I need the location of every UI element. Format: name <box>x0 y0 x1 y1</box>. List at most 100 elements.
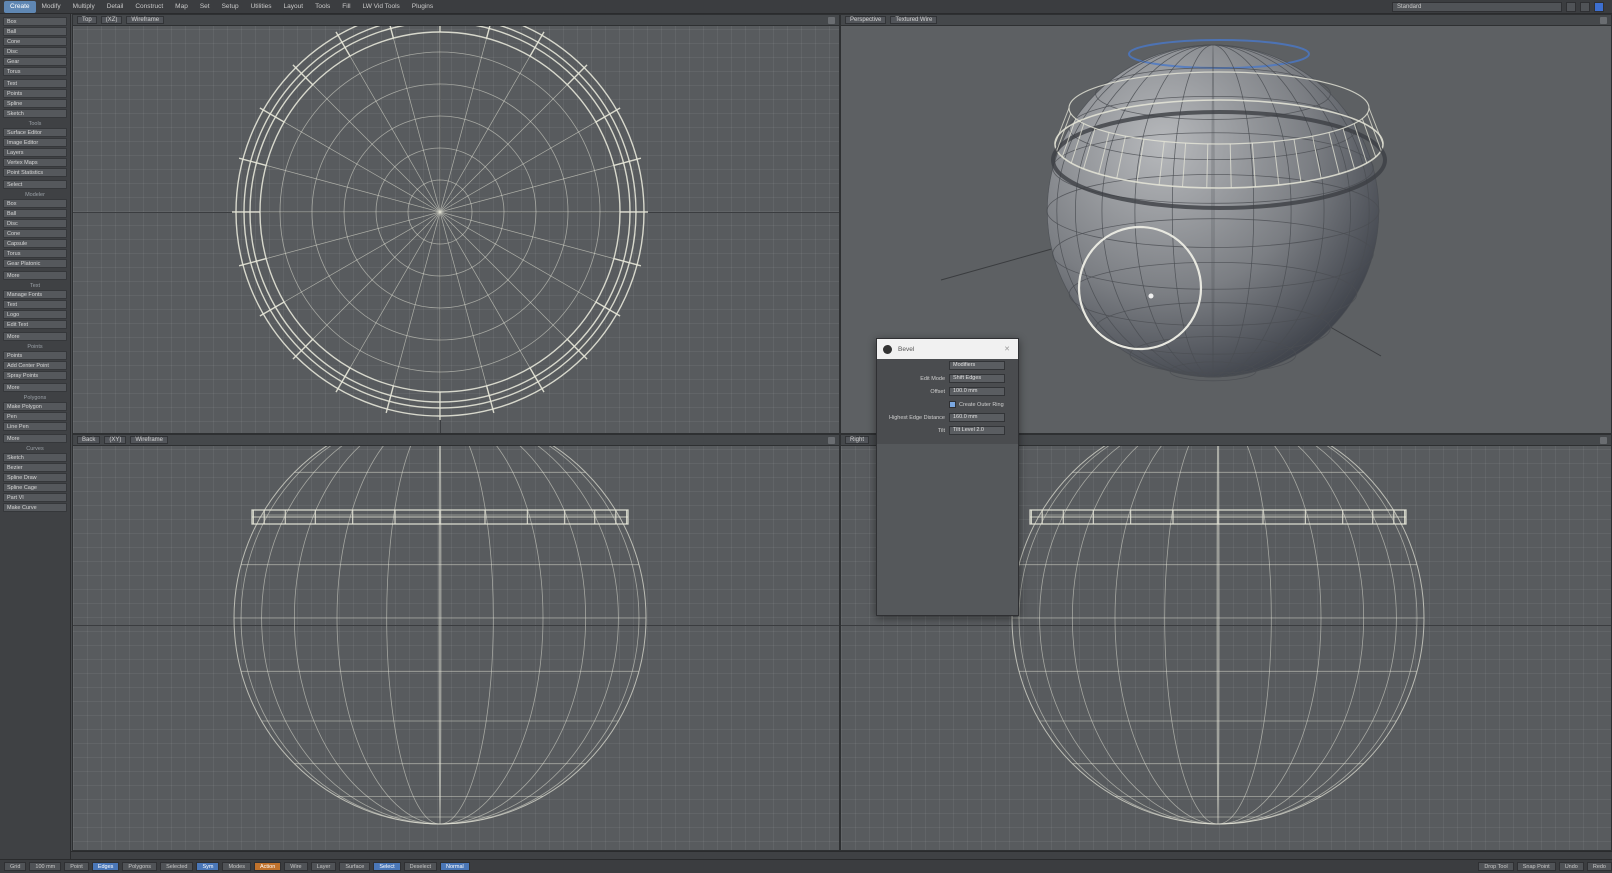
tool-button-layers[interactable]: Layers <box>3 148 67 157</box>
tool-button-torus[interactable]: Torus <box>3 67 67 76</box>
timeline-bar[interactable] <box>71 851 1612 859</box>
tool-button-spline-draw[interactable]: Spline Draw <box>3 473 67 482</box>
status-action[interactable]: Action <box>253 862 282 871</box>
tool-button-spline-cage[interactable]: Spline Cage <box>3 483 67 492</box>
menu-tab-multiply[interactable]: Multiply <box>67 1 101 13</box>
tool-button-spray-points[interactable]: Spray Points <box>3 371 67 380</box>
status-grid[interactable]: Grid <box>4 862 27 871</box>
tool-button-point-statistics[interactable]: Point Statistics <box>3 168 67 177</box>
dialog-field[interactable]: Tilt Level 2.0 <box>949 426 1005 435</box>
viewport-top-view-select[interactable]: Top <box>77 16 97 24</box>
tool-button-ball[interactable]: Ball <box>3 27 67 36</box>
status-deselect[interactable]: Deselect <box>403 862 438 871</box>
dialog-field[interactable]: 100.0 mm <box>949 387 1005 396</box>
viewport-back-view-select[interactable]: Back <box>77 436 101 444</box>
viewport-top[interactable]: Top (XZ) Wireframe <box>72 14 840 434</box>
tool-button-gear-platonic[interactable]: Gear Platonic <box>3 259 67 268</box>
close-icon[interactable]: ✕ <box>1004 345 1010 353</box>
tool-button-box[interactable]: Box <box>3 17 67 26</box>
viewport-perspective-shading-select[interactable]: Textured Wire <box>890 16 938 24</box>
tool-button-sketch[interactable]: Sketch <box>3 453 67 462</box>
tool-button-logo[interactable]: Logo <box>3 310 67 319</box>
menu-tab-set[interactable]: Set <box>194 1 216 13</box>
minimize-icon[interactable] <box>1566 1 1576 12</box>
tool-button-edit-text[interactable]: Edit Text <box>3 320 67 329</box>
viewport-maximize-icon[interactable] <box>828 16 835 24</box>
viewport-right-view-select[interactable]: Right <box>845 436 870 444</box>
tool-button-box[interactable]: Box <box>3 199 67 208</box>
outer-ring-checkbox[interactable] <box>949 401 956 408</box>
tool-button-spline[interactable]: Spline <box>3 99 67 108</box>
menu-tab-utilities[interactable]: Utilities <box>245 1 278 13</box>
viewport-top-shading-select[interactable]: Wireframe <box>126 16 165 24</box>
tool-button-make-polygon[interactable]: Make Polygon <box>3 402 67 411</box>
help-icon[interactable] <box>1594 1 1604 12</box>
viewport-back[interactable]: Back (XY) Wireframe <box>72 434 840 851</box>
tool-button-line-pen[interactable]: Line Pen <box>3 422 67 431</box>
tool-button-image-editor[interactable]: Image Editor <box>3 138 67 147</box>
tool-button-sketch[interactable]: Sketch <box>3 109 67 118</box>
menu-tab-modify[interactable]: Modify <box>36 1 67 13</box>
menu-tab-layout[interactable]: Layout <box>278 1 310 13</box>
tool-button-text[interactable]: Text <box>3 300 67 309</box>
layout-combo[interactable]: Standard <box>1392 1 1562 12</box>
status-wire[interactable]: Wire <box>284 862 308 871</box>
menu-tab-detail[interactable]: Detail <box>101 1 130 13</box>
viewport-maximize-icon[interactable] <box>828 436 835 444</box>
status-normal[interactable]: Normal <box>440 862 470 871</box>
status-right-snap-point[interactable]: Snap Point <box>1516 862 1556 871</box>
status-right-drop-tool[interactable]: Drop Tool <box>1478 862 1514 871</box>
viewport-perspective-view-select[interactable]: Perspective <box>845 16 887 24</box>
status-modes[interactable]: Modes <box>222 862 251 871</box>
dialog-field[interactable]: 160.0 mm <box>949 413 1005 422</box>
tool-button-cone[interactable]: Cone <box>3 229 67 238</box>
menu-tab-create[interactable]: Create <box>4 0 36 13</box>
tool-button-text[interactable]: Text <box>3 79 67 88</box>
viewport-maximize-icon[interactable] <box>1600 16 1607 24</box>
tool-button-disc[interactable]: Disc <box>3 47 67 56</box>
tool-button-more[interactable]: More <box>3 332 67 341</box>
status-layer[interactable]: Layer <box>310 862 337 871</box>
tool-button-more[interactable]: More <box>3 271 67 280</box>
tool-button-add-center-point[interactable]: Add Center Point <box>3 361 67 370</box>
status-100-mm[interactable]: 100 mm <box>29 862 62 871</box>
tool-button-more[interactable]: More <box>3 383 67 392</box>
maximize-icon[interactable] <box>1580 1 1590 12</box>
status-sym[interactable]: Sym <box>196 862 220 871</box>
tool-button-vertex-maps[interactable]: Vertex Maps <box>3 158 67 167</box>
menu-tab-tools[interactable]: Tools <box>309 1 336 13</box>
viewport-maximize-icon[interactable] <box>1600 436 1607 444</box>
tool-button-gear[interactable]: Gear <box>3 57 67 66</box>
status-point[interactable]: Point <box>64 862 89 871</box>
viewport-top-mode[interactable]: (XZ) <box>100 16 123 24</box>
tool-button-surface-editor[interactable]: Surface Editor <box>3 128 67 137</box>
status-edges[interactable]: Edges <box>91 862 120 871</box>
tool-button-points[interactable]: Points <box>3 89 67 98</box>
tool-button-make-curve[interactable]: Make Curve <box>3 503 67 512</box>
status-select[interactable]: Select <box>373 862 401 871</box>
viewport-back-mode[interactable]: (XY) <box>104 436 127 444</box>
tool-button-ball[interactable]: Ball <box>3 209 67 218</box>
menu-tab-construct[interactable]: Construct <box>129 1 169 13</box>
tool-button-more[interactable]: More <box>3 434 67 443</box>
tool-button-select[interactable]: Select <box>3 180 67 189</box>
viewport-back-shading-select[interactable]: Wireframe <box>130 436 169 444</box>
menu-tab-lw-vid-tools[interactable]: LW Vid Tools <box>357 1 406 13</box>
status-right-undo[interactable]: Undo <box>1558 862 1584 871</box>
status-right-redo[interactable]: Redo <box>1586 862 1612 871</box>
menu-tab-setup[interactable]: Setup <box>216 1 245 13</box>
tool-button-manage-fonts[interactable]: Manage Fonts <box>3 290 67 299</box>
tool-button-torus[interactable]: Torus <box>3 249 67 258</box>
tool-button-disc[interactable]: Disc <box>3 219 67 228</box>
preset-select[interactable]: Modifiers <box>949 361 1005 370</box>
menu-tab-plugins[interactable]: Plugins <box>406 1 439 13</box>
tool-button-pen[interactable]: Pen <box>3 412 67 421</box>
tool-button-capsule[interactable]: Capsule <box>3 239 67 248</box>
status-surface[interactable]: Surface <box>339 862 371 871</box>
tool-button-cone[interactable]: Cone <box>3 37 67 46</box>
dialog-titlebar[interactable]: Bevel ✕ <box>877 339 1018 359</box>
status-selected[interactable]: Selected <box>160 862 194 871</box>
tool-button-bezier[interactable]: Bezier <box>3 463 67 472</box>
tool-button-part-vi[interactable]: Part VI <box>3 493 67 502</box>
dialog-field[interactable]: Shift Edges <box>949 374 1005 383</box>
